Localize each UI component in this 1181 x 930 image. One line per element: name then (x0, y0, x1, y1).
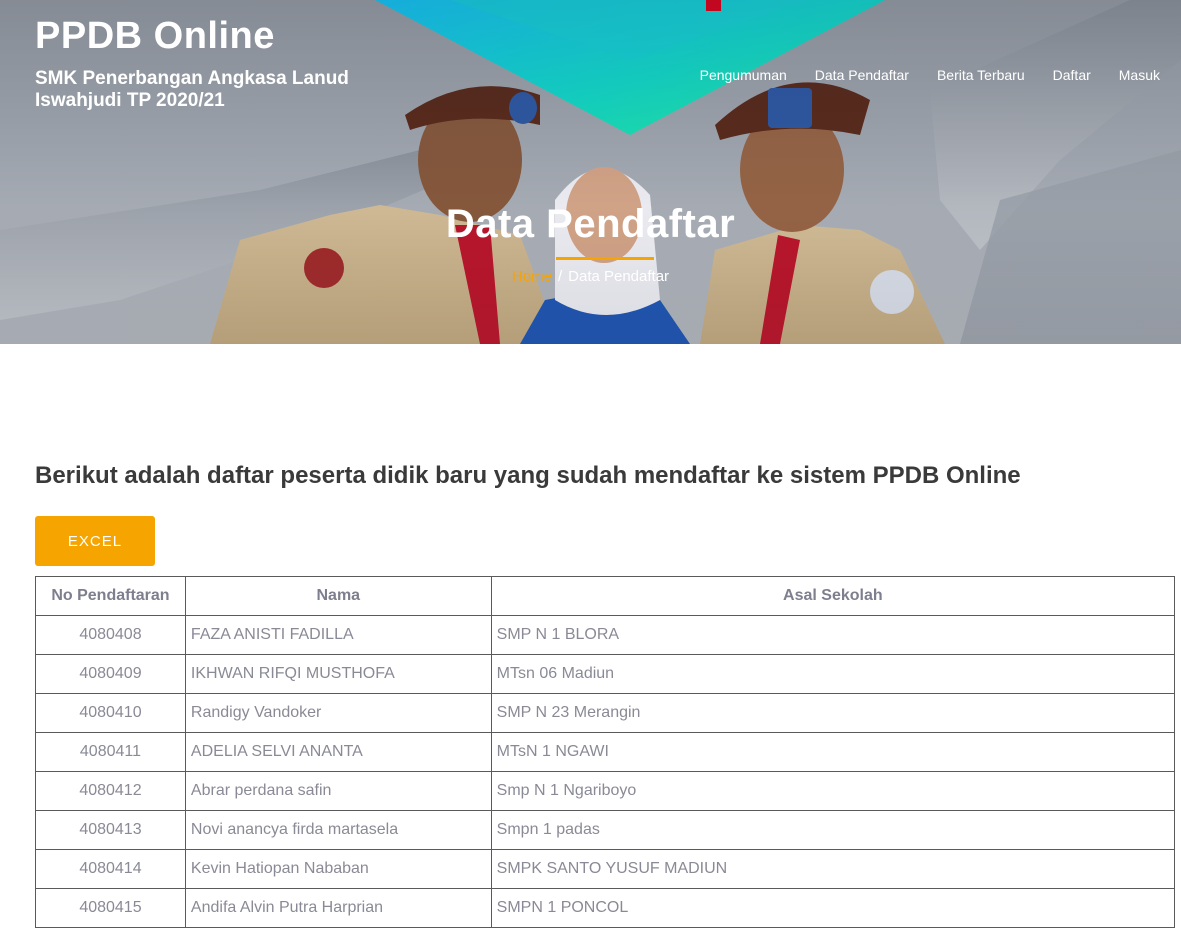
registrant-table: No Pendaftaran Nama Asal Sekolah 4080408… (35, 576, 1176, 928)
table-row: 4080410 Randigy Vandoker SMP N 23 Merang… (35, 693, 1176, 733)
cell-nama: Andifa Alvin Putra Harprian (184, 888, 492, 928)
cell-no-pendaftaran: 4080410 (35, 693, 186, 733)
cell-nama: IKHWAN RIFQI MUSTHOFA (184, 654, 492, 694)
table-row: 4080415 Andifa Alvin Putra Harprian SMPN… (35, 888, 1176, 928)
table-row: 4080413 Novi anancya firda martasela Smp… (35, 810, 1176, 850)
column-header-asal-sekolah[interactable]: Asal Sekolah (490, 576, 1176, 616)
table-row: 4080408 FAZA ANISTI FADILLA SMP N 1 BLOR… (35, 615, 1176, 655)
site-title[interactable]: PPDB Online (35, 14, 395, 58)
breadcrumb: Home / Data Pendaftar (0, 268, 1181, 285)
main-nav: Pengumuman Data Pendaftar Berita Terbaru… (700, 67, 1160, 83)
nav-pengumuman[interactable]: Pengumuman (700, 67, 787, 83)
cell-asal-sekolah: SMPN 1 PONCOL (490, 888, 1176, 928)
title-underline (556, 257, 654, 260)
cell-no-pendaftaran: 4080409 (35, 654, 186, 694)
cell-no-pendaftaran: 4080412 (35, 771, 186, 811)
nav-daftar[interactable]: Daftar (1053, 67, 1091, 83)
table-row: 4080411 ADELIA SELVI ANANTA MTsN 1 NGAWI (35, 732, 1176, 772)
table-row: 4080414 Kevin Hatiopan Nababan SMPK SANT… (35, 849, 1176, 889)
excel-export-button[interactable]: EXCEL (35, 516, 155, 566)
cell-nama: Kevin Hatiopan Nababan (184, 849, 492, 889)
table-row: 4080412 Abrar perdana safin Smp N 1 Ngar… (35, 771, 1176, 811)
cell-no-pendaftaran: 4080415 (35, 888, 186, 928)
cell-nama: FAZA ANISTI FADILLA (184, 615, 492, 655)
site-brand: PPDB Online SMK Penerbangan Angkasa Lanu… (35, 14, 395, 112)
breadcrumb-home-link[interactable]: Home (512, 268, 552, 285)
cell-no-pendaftaran: 4080413 (35, 810, 186, 850)
table-row: 4080409 IKHWAN RIFQI MUSTHOFA MTsn 06 Ma… (35, 654, 1176, 694)
cell-no-pendaftaran: 4080414 (35, 849, 186, 889)
intro-heading: Berikut adalah daftar peserta didik baru… (35, 462, 1021, 489)
breadcrumb-separator: / (557, 268, 563, 285)
cell-no-pendaftaran: 4080411 (35, 732, 186, 772)
column-header-no[interactable]: No Pendaftaran (35, 576, 186, 616)
cell-asal-sekolah: Smpn 1 padas (490, 810, 1176, 850)
column-header-nama[interactable]: Nama (184, 576, 492, 616)
breadcrumb-current: Data Pendaftar (568, 268, 670, 285)
table-header-row: No Pendaftaran Nama Asal Sekolah (35, 576, 1176, 616)
cell-asal-sekolah: MTsN 1 NGAWI (490, 732, 1176, 772)
cell-nama: ADELIA SELVI ANANTA (184, 732, 492, 772)
cell-nama: Randigy Vandoker (184, 693, 492, 733)
site-subtitle: SMK Penerbangan Angkasa Lanud Iswahjudi … (35, 68, 349, 111)
cell-asal-sekolah: SMP N 23 Merangin (490, 693, 1176, 733)
nav-data-pendaftar[interactable]: Data Pendaftar (815, 67, 909, 83)
cell-no-pendaftaran: 4080408 (35, 615, 186, 655)
page-title: Data Pendaftar (445, 202, 736, 246)
cell-asal-sekolah: MTsn 06 Madiun (490, 654, 1176, 694)
cell-asal-sekolah: SMPK SANTO YUSUF MADIUN (490, 849, 1176, 889)
nav-masuk[interactable]: Masuk (1119, 67, 1160, 83)
cell-nama: Abrar perdana safin (184, 771, 492, 811)
nav-berita-terbaru[interactable]: Berita Terbaru (937, 67, 1025, 83)
cell-asal-sekolah: Smp N 1 Ngariboyo (490, 771, 1176, 811)
hero-banner: PPDB Online SMK Penerbangan Angkasa Lanu… (0, 0, 1181, 344)
cell-asal-sekolah: SMP N 1 BLORA (490, 615, 1176, 655)
cell-nama: Novi anancya firda martasela (184, 810, 492, 850)
